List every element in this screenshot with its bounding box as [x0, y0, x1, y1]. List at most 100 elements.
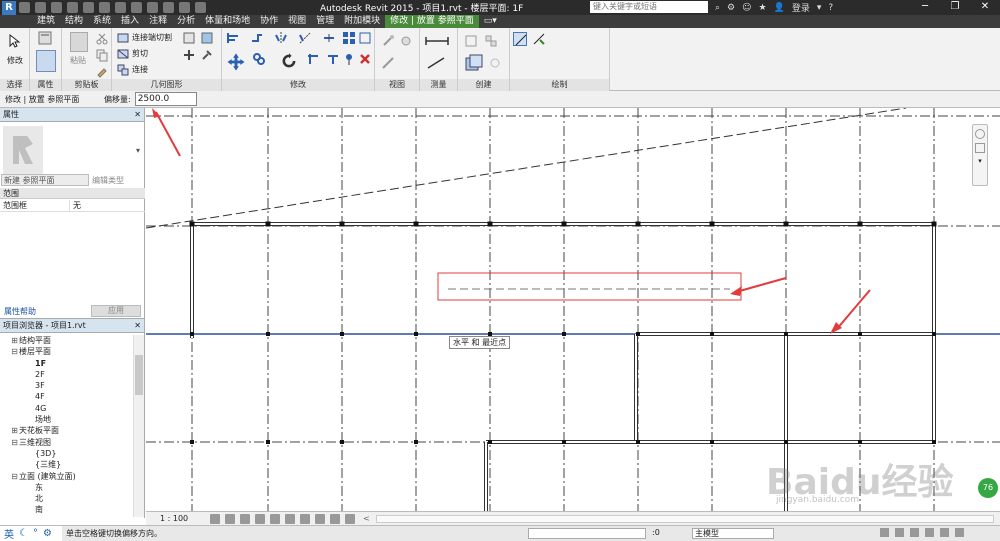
column[interactable] [266, 440, 270, 444]
tree-item[interactable]: ⊞天花板平面 [0, 425, 132, 436]
section-icon[interactable] [163, 2, 174, 13]
column[interactable] [413, 221, 419, 227]
tree-item[interactable]: 北 [0, 493, 132, 504]
column[interactable] [858, 332, 862, 336]
punctuation-icon[interactable]: ° [33, 528, 38, 539]
match-type-icon[interactable] [95, 64, 109, 78]
tree-item[interactable]: 东 [0, 482, 132, 493]
property-group-header[interactable]: 范围 [0, 188, 145, 199]
trim-single-icon[interactable] [326, 52, 340, 66]
tab-massing-site[interactable]: 体量和场地 [200, 15, 255, 28]
revit-logo-icon[interactable]: R [2, 0, 16, 15]
column[interactable] [709, 221, 715, 227]
tab-add-ins[interactable]: 附加模块 [339, 15, 385, 28]
cut-join-label[interactable]: 连接端切割 [132, 32, 172, 43]
align-icon[interactable] [226, 31, 240, 45]
create-parts-icon[interactable] [484, 34, 498, 48]
override-graphics-icon[interactable] [381, 34, 395, 48]
print-icon[interactable] [99, 2, 110, 13]
tree-item[interactable]: 2F [0, 369, 132, 380]
apply-button[interactable]: 应用 [91, 305, 141, 317]
move-icon[interactable] [226, 52, 246, 72]
tree-item[interactable]: {三维} [0, 459, 132, 470]
properties-help-link[interactable]: 属性帮助 [4, 306, 36, 317]
ime-settings-icon[interactable]: ⚙ [43, 528, 52, 539]
drawing-canvas[interactable]: 水平 和 最近点 ▾ Baidu经验 jingyan.baidu.com 76 [146, 108, 1000, 511]
zoom-icon[interactable] [975, 143, 985, 153]
cope-icon[interactable] [116, 31, 130, 45]
view-scale[interactable]: 1 : 100 [160, 514, 205, 523]
tree-item[interactable]: 4F [0, 391, 132, 402]
collapse-icon[interactable]: ⊟ [10, 471, 19, 482]
column[interactable] [189, 221, 195, 227]
column[interactable] [636, 440, 640, 444]
column[interactable] [190, 332, 194, 336]
offset-icon[interactable] [250, 31, 264, 45]
split-face-icon[interactable] [182, 31, 196, 45]
moon-icon[interactable]: ☾ [19, 528, 28, 539]
tab-view[interactable]: 视图 [283, 15, 311, 28]
tab-minimize-ribbon[interactable]: ▭▾ [479, 15, 502, 28]
tab-architecture[interactable]: 建筑 [32, 15, 60, 28]
navigation-bar[interactable]: ▾ [972, 124, 988, 186]
tree-item[interactable]: ⊟三维视图 [0, 437, 132, 448]
panel-label-geometry[interactable]: 几何图形 [112, 79, 221, 91]
column[interactable] [414, 440, 418, 444]
tree-item[interactable]: 4G [0, 403, 132, 414]
close-icon[interactable]: ✕ [970, 0, 1000, 15]
detail-level-icon[interactable] [210, 513, 220, 524]
sun-path-icon[interactable] [240, 513, 250, 524]
annotation-arrowhead[interactable] [730, 286, 742, 296]
project-browser-close-icon[interactable]: ✕ [134, 319, 141, 333]
properties-icon[interactable] [36, 50, 56, 72]
demolish-icon[interactable] [200, 48, 214, 62]
tree-item[interactable]: 3F [0, 380, 132, 391]
pick-lines-icon[interactable] [532, 32, 546, 46]
login-button[interactable]: 登录 [792, 1, 810, 14]
tab-analyze[interactable]: 分析 [172, 15, 200, 28]
panel-label-properties[interactable]: 属性 [30, 79, 61, 91]
select-underlay-icon[interactable] [895, 528, 904, 537]
column[interactable] [636, 332, 640, 336]
subscription-icon[interactable]: ⚙ [727, 3, 735, 13]
tree-item[interactable]: {3D} [0, 448, 132, 459]
analytical-model-icon[interactable] [330, 513, 340, 524]
favorites-icon[interactable]: ★ [759, 3, 767, 13]
type-selector[interactable]: 新建 参照平面 [1, 174, 89, 186]
select-links-icon[interactable] [880, 528, 889, 537]
annotation-arrow[interactable] [155, 111, 181, 157]
column[interactable] [561, 221, 567, 227]
similar-icon[interactable] [488, 56, 502, 70]
ime-language[interactable]: 英 [4, 526, 14, 541]
column[interactable] [784, 332, 788, 336]
sync-icon[interactable] [51, 2, 62, 13]
drag-elements-icon[interactable] [940, 528, 949, 537]
tree-item[interactable]: 场地 [0, 414, 132, 425]
exchange-icon[interactable]: ▾ [817, 3, 822, 13]
column[interactable] [932, 440, 936, 444]
split-element-icon[interactable] [322, 31, 336, 45]
temporary-hide-icon[interactable] [300, 513, 310, 524]
paste-label[interactable]: 粘贴 [70, 55, 86, 66]
annotation-arrow[interactable] [835, 289, 871, 331]
scrollbar-thumb[interactable] [135, 355, 143, 395]
tree-item[interactable]: 南 [0, 504, 132, 515]
edit-type-button[interactable]: 编辑类型 [92, 175, 124, 186]
collapse-icon[interactable]: ⊟ [10, 437, 19, 448]
column[interactable] [488, 440, 492, 444]
floor-plan-drawing[interactable] [146, 108, 1000, 511]
type-dropdown-icon[interactable]: ▾ [136, 146, 140, 155]
column[interactable] [710, 440, 714, 444]
modify-cursor-icon[interactable] [8, 33, 22, 48]
column[interactable] [265, 221, 271, 227]
visual-style-icon[interactable] [225, 513, 235, 524]
panel-label-measure[interactable]: 测量 [420, 79, 457, 91]
offset-input[interactable]: 2500.0 [134, 92, 197, 106]
diagonal-reference-line[interactable] [146, 108, 907, 229]
status-badge[interactable]: 76 [978, 478, 998, 498]
tab-modify-place-ref-plane[interactable]: 修改 | 放置 参照平面 [385, 15, 479, 28]
workset-field[interactable] [528, 528, 646, 539]
help-icon[interactable]: ? [828, 3, 833, 13]
scale-icon[interactable] [358, 31, 372, 45]
create-assembly-icon[interactable] [464, 34, 478, 48]
